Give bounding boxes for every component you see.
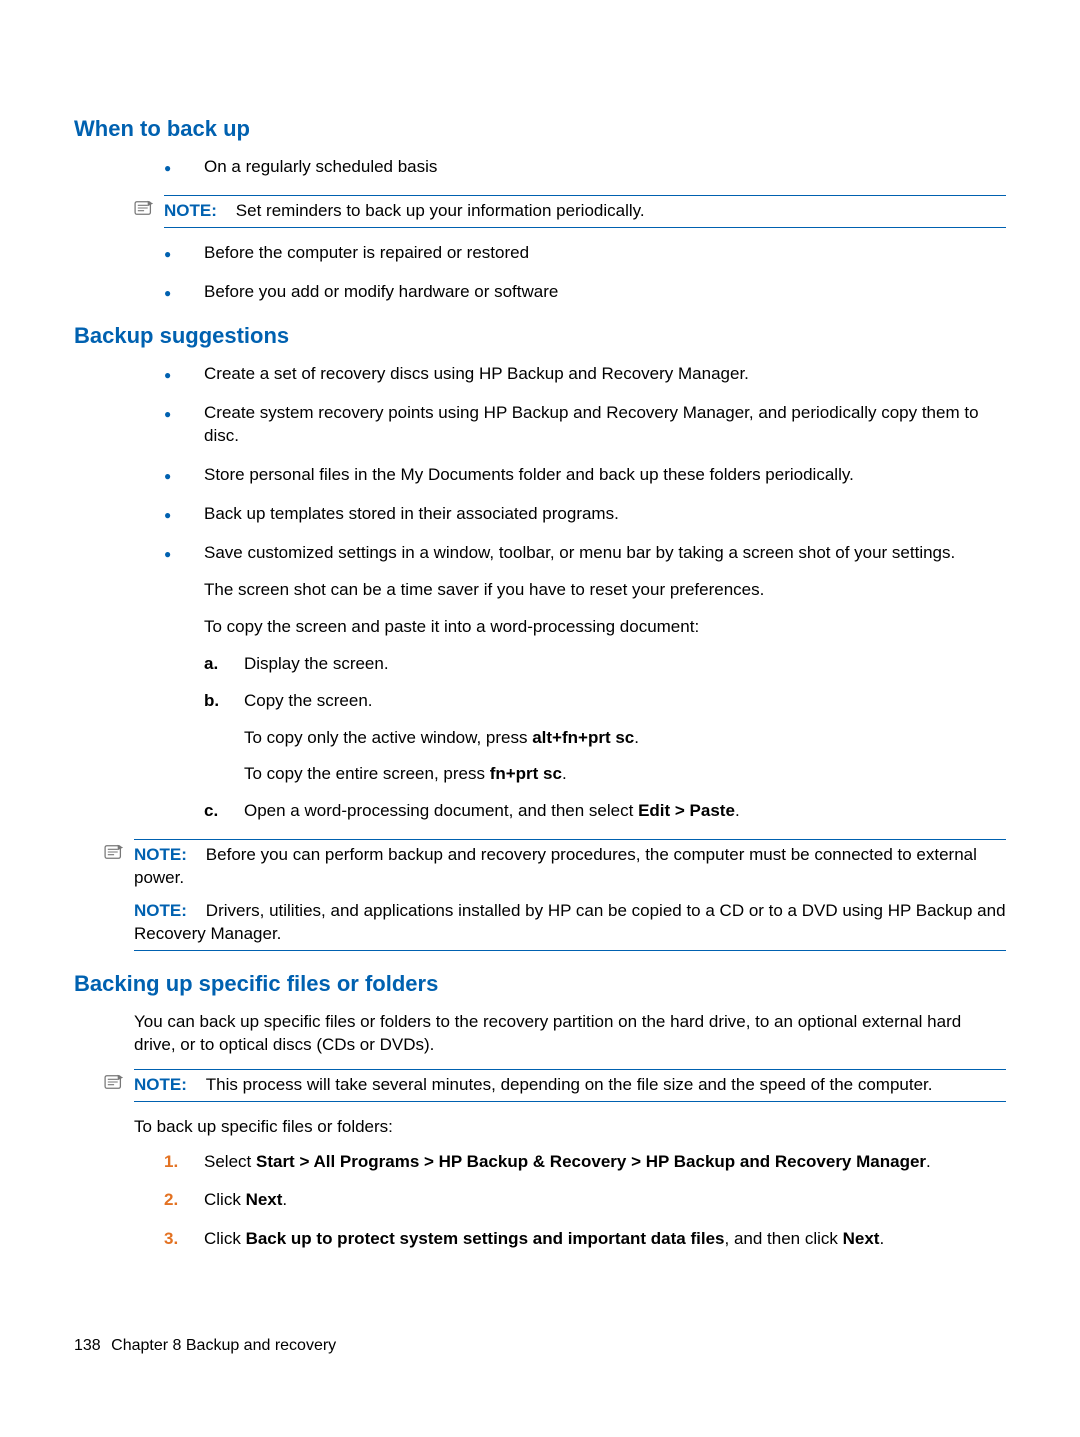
suggestions-list: Create a set of recovery discs using HP … bbox=[164, 363, 1006, 823]
list-item: Before the computer is repaired or resto… bbox=[164, 242, 1006, 265]
chapter-title: Chapter 8 Backup and recovery bbox=[111, 1337, 336, 1354]
button-name: Next bbox=[843, 1229, 880, 1248]
list-item: Before you add or modify hardware or sof… bbox=[164, 281, 1006, 304]
step-post: , and then click bbox=[725, 1229, 843, 1248]
menu-path: Start > All Programs > HP Backup & Recov… bbox=[256, 1152, 926, 1171]
note-label: NOTE: bbox=[134, 901, 187, 920]
period: . bbox=[562, 764, 567, 783]
list-item: Store personal files in the My Documents… bbox=[164, 464, 1006, 487]
keyboard-shortcut: alt+fn+prt sc bbox=[532, 728, 634, 747]
note-extra: NOTE: Drivers, utilities, and applicatio… bbox=[134, 900, 1006, 946]
list-item: On a regularly scheduled basis bbox=[164, 156, 1006, 179]
menu-path: Edit > Paste bbox=[638, 801, 735, 820]
note-label: NOTE: bbox=[164, 201, 217, 220]
note-label: NOTE: bbox=[134, 1075, 187, 1094]
step-c: c. Open a word-processing document, and … bbox=[204, 800, 1006, 823]
step-3: 3. Click Back up to protect system setti… bbox=[164, 1228, 1006, 1251]
step-number: 1. bbox=[164, 1151, 178, 1174]
sub-paragraph: The screen shot can be a time saver if y… bbox=[204, 579, 1006, 602]
step-2: 2. Click Next. bbox=[164, 1189, 1006, 1212]
step-text: Copy the screen. bbox=[244, 691, 373, 710]
keyboard-shortcut: fn+prt sc bbox=[490, 764, 562, 783]
note-text-body: Set reminders to back up your informatio… bbox=[236, 201, 645, 220]
button-name: Next bbox=[246, 1190, 283, 1209]
sub-paragraph: To copy the screen and paste it into a w… bbox=[204, 616, 1006, 639]
step-text-pre: Open a word-processing document, and the… bbox=[244, 801, 638, 820]
period: . bbox=[282, 1190, 287, 1209]
shortcut-line: To copy only the active window, press al… bbox=[244, 727, 1006, 750]
heading-backup-suggestions: Backup suggestions bbox=[74, 321, 1006, 351]
when-list: On a regularly scheduled basis bbox=[164, 156, 1006, 179]
shortcut-line: To copy the entire screen, press fn+prt … bbox=[244, 763, 1006, 786]
note-spacer bbox=[192, 901, 206, 920]
list-item: Save customized settings in a window, to… bbox=[164, 542, 1006, 824]
heading-when-to-back-up: When to back up bbox=[74, 114, 1006, 144]
list-item: Create system recovery points using HP B… bbox=[164, 402, 1006, 448]
period: . bbox=[926, 1152, 931, 1171]
shortcut-pre: To copy the entire screen, press bbox=[244, 764, 490, 783]
step-text: Display the screen. bbox=[244, 654, 389, 673]
shortcut-pre: To copy only the active window, press bbox=[244, 728, 532, 747]
list-item-text: Save customized settings in a window, to… bbox=[204, 543, 955, 562]
page-number: 138 bbox=[74, 1337, 101, 1354]
list-item: Back up templates stored in their associ… bbox=[164, 503, 1006, 526]
period: . bbox=[879, 1229, 884, 1248]
step-number: 3. bbox=[164, 1228, 178, 1251]
note-reminders: NOTE: Set reminders to back up your info… bbox=[164, 195, 1006, 228]
note-process-time: NOTE: This process will take several min… bbox=[134, 1069, 1006, 1102]
page-footer: 138 Chapter 8 Backup and recovery bbox=[74, 1335, 336, 1357]
step-pre: Click bbox=[204, 1190, 246, 1209]
step-label: b. bbox=[204, 690, 219, 713]
lead-paragraph: To back up specific files or folders: bbox=[134, 1116, 1006, 1139]
step-number: 2. bbox=[164, 1189, 178, 1212]
step-a: a. Display the screen. bbox=[204, 653, 1006, 676]
heading-backing-up-specific: Backing up specific files or folders bbox=[74, 969, 1006, 999]
step-pre: Select bbox=[204, 1152, 256, 1171]
period: . bbox=[735, 801, 740, 820]
lettered-steps: a. Display the screen. b. Copy the scree… bbox=[204, 653, 1006, 824]
intro-paragraph: You can back up specific files or folder… bbox=[134, 1011, 1006, 1057]
option-name: Back up to protect system settings and i… bbox=[246, 1229, 725, 1248]
note-text: This process will take several minutes, … bbox=[206, 1075, 933, 1094]
note-spacer bbox=[192, 845, 206, 864]
numbered-steps: 1. Select Start > All Programs > HP Back… bbox=[164, 1151, 1006, 1252]
note-text: Before you can perform backup and recove… bbox=[134, 845, 977, 887]
note-text bbox=[222, 201, 236, 220]
note-icon bbox=[134, 199, 156, 217]
note-icon bbox=[104, 843, 126, 861]
step-label: c. bbox=[204, 800, 218, 823]
list-item: Create a set of recovery discs using HP … bbox=[164, 363, 1006, 386]
step-pre: Click bbox=[204, 1229, 246, 1248]
period: . bbox=[634, 728, 639, 747]
note-spacer bbox=[192, 1075, 206, 1094]
note-icon bbox=[104, 1073, 126, 1091]
note-label: NOTE: bbox=[134, 845, 187, 864]
step-b: b. Copy the screen. To copy only the act… bbox=[204, 690, 1006, 787]
step-label: a. bbox=[204, 653, 218, 676]
note-text: Drivers, utilities, and applications ins… bbox=[134, 901, 1006, 943]
note-external-power: NOTE: Before you can perform backup and … bbox=[134, 839, 1006, 951]
when-list-2: Before the computer is repaired or resto… bbox=[164, 242, 1006, 304]
step-1: 1. Select Start > All Programs > HP Back… bbox=[164, 1151, 1006, 1174]
